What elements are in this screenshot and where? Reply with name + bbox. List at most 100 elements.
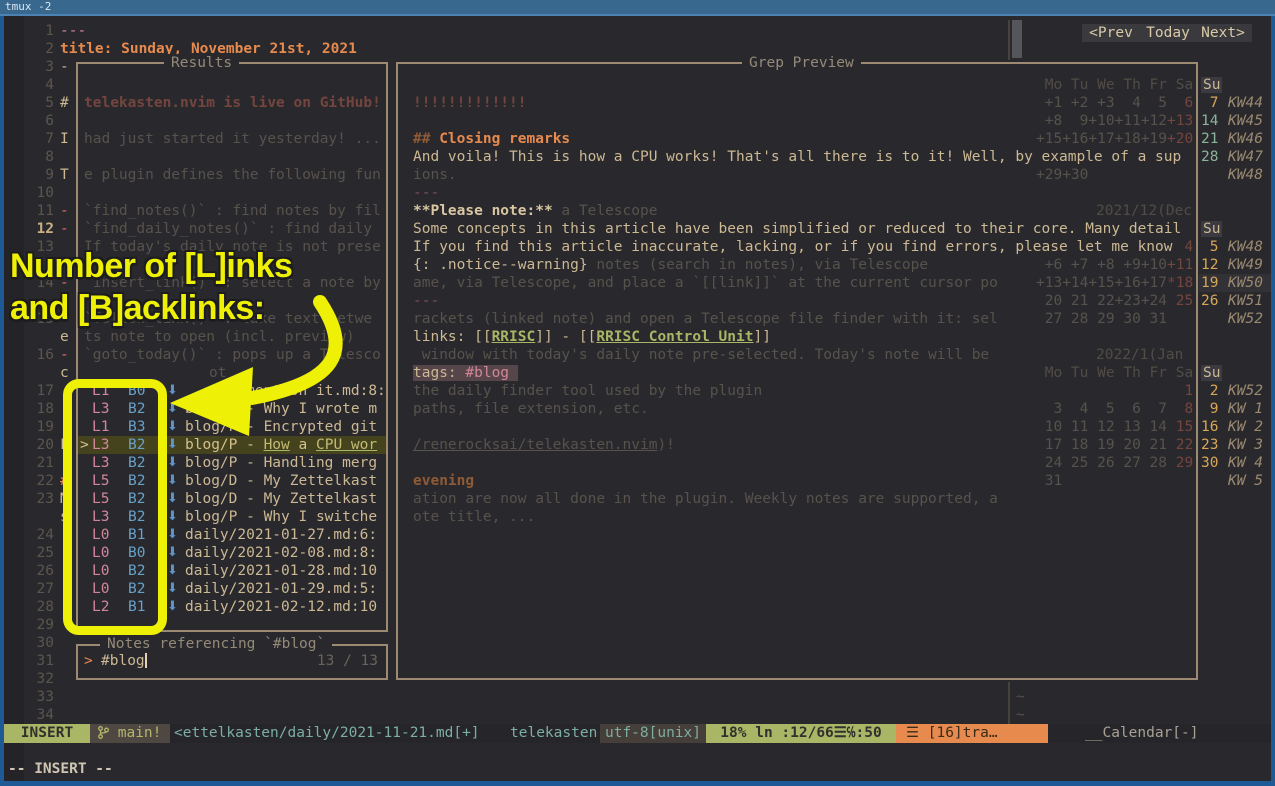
- calendar-sunday-day[interactable]: 21: [1201, 130, 1218, 148]
- text-segment: #blog: [465, 365, 517, 381]
- calendar-sunday-day[interactable]: 5: [1201, 238, 1218, 256]
- buffer-text: e plugin defines the following fun: [84, 166, 381, 184]
- text-segment: [1088, 383, 1114, 399]
- text-segment: -: [60, 347, 69, 363]
- text-segment: [1141, 239, 1167, 255]
- text-segment: ation are now all done in the plugin. We…: [413, 491, 998, 507]
- calendar-today-button[interactable]: Today: [1138, 24, 1198, 42]
- results-item[interactable]: blog/P - Encrypted git: [185, 418, 377, 436]
- calendar-week: +13+14+15+16+17*18: [1036, 274, 1193, 292]
- text-segment: [1141, 383, 1167, 399]
- line-number: 20: [24, 436, 54, 454]
- buffer-text: T: [60, 166, 69, 184]
- calendar-prev-button[interactable]: <Prev: [1082, 24, 1140, 42]
- calendar-sunday-day[interactable]: 16: [1201, 418, 1218, 436]
- text-segment: 8: [1167, 401, 1193, 417]
- line-number: 6: [24, 112, 54, 130]
- calendar-sunday-day[interactable]: 30: [1201, 454, 1218, 472]
- calendar-week-number: KW 3: [1228, 436, 1263, 454]
- text-segment: 22: [1167, 437, 1193, 453]
- text-segment: **Please note:**: [413, 203, 553, 219]
- calendar-sunday-day[interactable]: 7: [1201, 94, 1218, 112]
- text-segment: Fr: [1141, 77, 1167, 93]
- calendar-sunday-day[interactable]: 2: [1201, 382, 1218, 400]
- results-item[interactable]: daily/2021-01-28.md:10: [185, 562, 377, 580]
- statusline-calendar-label: __Calendar[-]: [1085, 724, 1199, 743]
- text-segment: 20: [1036, 293, 1062, 309]
- text-segment: [1062, 239, 1088, 255]
- text-segment: [1115, 167, 1141, 183]
- calendar-sunday-day[interactable]: 14: [1201, 112, 1218, 130]
- text-segment: 15: [1167, 419, 1193, 435]
- results-item[interactable]: daily/2021-01-29.md:5:: [185, 580, 377, 598]
- text-segment: [1036, 239, 1062, 255]
- preview-line: ation are now all done in the plugin. We…: [413, 490, 998, 508]
- calendar-sunday-day[interactable]: 12: [1201, 256, 1218, 274]
- statusline-file: <ettelkasten/daily/2021-11-21.md[+]: [174, 724, 480, 743]
- text-segment: 31: [1141, 311, 1167, 327]
- text-segment: blog/P -: [185, 437, 264, 453]
- buffer-text: I: [60, 130, 69, 148]
- text-segment: Fr: [1141, 365, 1167, 381]
- text-segment: [1115, 473, 1141, 489]
- results-item[interactable]: blog/P - Why I wrote m: [185, 400, 377, 418]
- calendar-week: 1: [1036, 382, 1193, 400]
- preview-line: links: [[RRISC]] - [[RRISC Control Unit]…: [413, 328, 771, 346]
- text-segment: +12: [1141, 113, 1167, 129]
- line-number: 23: [24, 490, 54, 508]
- results-item[interactable]: blog/P - Why I switche: [185, 508, 377, 526]
- results-item[interactable]: i mention it.md:8:: [185, 382, 386, 400]
- text-segment: 24: [1036, 455, 1062, 471]
- result-counter: 13 / 13: [284, 652, 378, 670]
- calendar-week: 31: [1036, 472, 1193, 490]
- calendar-weekday-headers: Mo Tu We Th Fr Sa: [1036, 364, 1193, 382]
- results-item[interactable]: daily/2021-01-27.md:6:: [185, 526, 377, 544]
- text-segment: Mo: [1036, 77, 1062, 93]
- calendar-sunday-day[interactable]: 28: [1201, 148, 1218, 166]
- search-input[interactable]: #blog: [101, 652, 145, 670]
- calendar-next-button[interactable]: Next>: [1194, 24, 1252, 42]
- calendar-week-number: KW45: [1228, 112, 1263, 130]
- text-segment: ]] - [[: [535, 329, 596, 345]
- branch-label: main!: [118, 725, 162, 741]
- calendar-sunday-day[interactable]: 23: [1201, 436, 1218, 454]
- text-segment: [1115, 383, 1141, 399]
- text-segment: +15: [1088, 275, 1114, 291]
- text-segment: evening: [413, 473, 474, 489]
- text-segment: [1088, 239, 1114, 255]
- calendar-sunday-day[interactable]: 9: [1201, 400, 1218, 418]
- text-segment: +23: [1115, 293, 1141, 309]
- today-label: Today: [1146, 25, 1190, 41]
- text-segment: +8: [1036, 113, 1062, 129]
- calendar-week: 17 18 19 20 21 22: [1036, 436, 1193, 454]
- annotation-text-line1: Number of [L]inks: [10, 246, 292, 286]
- results-item[interactable]: blog/D - My Zettelkast: [185, 490, 377, 508]
- text-segment: [1088, 167, 1114, 183]
- command-line-mode-message: -- INSERT --: [8, 760, 113, 778]
- text-segment: 10: [1036, 419, 1062, 435]
- text-segment: ##: [413, 131, 439, 147]
- results-item[interactable]: blog/D - My Zettelkast: [185, 472, 377, 490]
- line-number: 17: [24, 382, 54, 400]
- sunday-header-label: Su: [1201, 221, 1222, 237]
- results-item[interactable]: daily/2021-02-08.md:8:: [185, 544, 377, 562]
- results-item[interactable]: daily/2021-02-12.md:10: [185, 598, 377, 616]
- text-segment: [1167, 167, 1193, 183]
- buffer-text: `find_daily_notes()` : find daily: [84, 220, 372, 238]
- line-number: 30: [24, 634, 54, 652]
- calendar-sunday-day[interactable]: 26: [1201, 292, 1218, 310]
- calendar-sunday-day[interactable]: 19: [1201, 274, 1218, 292]
- results-item[interactable]: blog/P - Handling merg: [185, 454, 377, 472]
- git-branch-icon: [98, 726, 109, 739]
- text-segment: `goto_today()` : pops up a Telesco: [84, 347, 381, 363]
- text-segment: We: [1088, 77, 1114, 93]
- calendar-scrollbar[interactable]: [1012, 20, 1022, 58]
- text-segment: +11: [1115, 113, 1141, 129]
- buffer-text: -: [60, 58, 69, 76]
- line-number: 12: [24, 220, 54, 238]
- sunday-header-label: Su: [1201, 77, 1222, 93]
- text-segment: -: [60, 59, 69, 75]
- results-item[interactable]: blog/P - How a CPU wor: [185, 436, 377, 454]
- text-segment: paths, file extension, etc.: [413, 401, 649, 417]
- preview-line: paths, file extension, etc.: [413, 400, 649, 418]
